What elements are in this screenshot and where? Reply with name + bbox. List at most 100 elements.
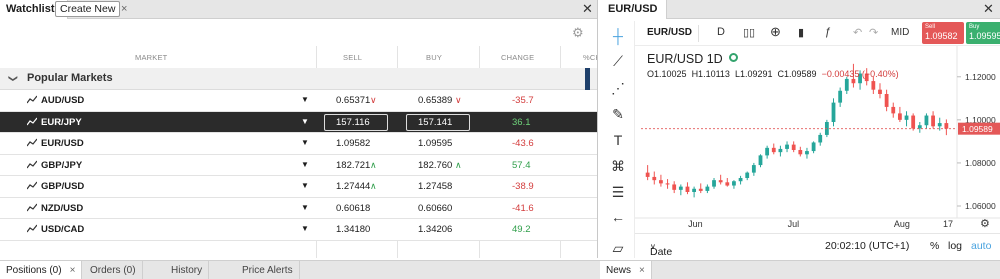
candle-body [758, 155, 763, 166]
trend-line-icon[interactable]: ⟋ [609, 52, 627, 70]
buy-price[interactable]: 182.760 [418, 160, 452, 171]
scrollbar[interactable] [585, 68, 590, 90]
close-tab-icon[interactable]: × [70, 265, 76, 276]
candle-body [692, 188, 697, 192]
sell-price[interactable]: 182.721 [336, 160, 370, 171]
pitchfork-icon[interactable]: ⋰ [609, 79, 627, 97]
row-menu-chevron-icon[interactable]: ▼ [301, 203, 309, 212]
buy-price[interactable]: 1.27458 [418, 181, 452, 192]
candle-body [765, 147, 770, 156]
log-toggle[interactable]: log [948, 240, 962, 252]
market-symbol[interactable]: EUR/JPY [41, 117, 82, 128]
indicators-icon[interactable]: ƒ [825, 26, 831, 38]
create-new-button[interactable]: Create New [55, 1, 121, 17]
buy-price[interactable]: 1.34206 [418, 224, 452, 235]
col-market[interactable]: MARKET [135, 53, 167, 62]
table-row[interactable]: GBP/JPY ▼ 182.721 ∧ 182.760 ∧ 57.4 [0, 154, 597, 176]
chart-icon [27, 117, 37, 125]
change-value: -43.6 [512, 138, 534, 149]
buy-price[interactable]: 1.09595 [418, 138, 452, 149]
tab-history[interactable]: History [165, 261, 210, 279]
brush-icon[interactable]: ✎ [609, 105, 627, 123]
sell-price[interactable]: 0.65371 [336, 95, 370, 106]
tab-positions[interactable]: Positions (0) × [0, 261, 83, 279]
table-row[interactable]: USD/CAD ▼ 1.34180 1.34206 49.2 [0, 219, 597, 241]
col-change[interactable]: CHANGE [501, 53, 534, 62]
row-menu-chevron-icon[interactable]: ▼ [301, 160, 309, 169]
tab-news[interactable]: News × [600, 261, 652, 279]
last-price-label: 1.09589 [962, 124, 993, 134]
gear-icon[interactable]: ⚙ [572, 25, 584, 41]
text-icon[interactable]: T [609, 131, 627, 149]
table-row[interactable]: GBP/USD ▼ 1.27444 ∧ 1.27458 -38.9 [0, 176, 597, 198]
candle-body [924, 115, 929, 126]
sell-price[interactable]: 1.27444 [336, 181, 370, 192]
clock-readout: 20:02:10 (UTC+1) [825, 240, 910, 252]
symbol-search[interactable]: EUR/USD [647, 27, 692, 38]
tab-price-alerts[interactable]: Price Alerts [236, 261, 300, 279]
candle-body [778, 148, 783, 153]
section-popular-markets[interactable]: ❯ Popular Markets [0, 68, 597, 90]
auto-toggle[interactable]: auto [971, 240, 991, 252]
measure-icon[interactable]: ☰ [609, 183, 627, 201]
row-menu-chevron-icon[interactable]: ▼ [301, 181, 309, 190]
price-chart[interactable]: 1.12000 1.10000 1.08000 1.06000 1.09589 Jun Ju… [635, 46, 1000, 231]
close-tab-icon[interactable]: × [639, 265, 645, 276]
col-sell[interactable]: SELL [343, 53, 362, 62]
add-indicator-icon[interactable]: ⊕ [770, 24, 781, 40]
crosshair-icon[interactable]: ┼ [609, 27, 627, 45]
market-symbol[interactable]: GBP/USD [41, 181, 84, 192]
buy-price[interactable]: 157.141 [418, 117, 452, 128]
close-tab-icon[interactable]: × [121, 2, 127, 16]
row-menu-chevron-icon[interactable]: ▼ [301, 138, 309, 147]
market-symbol[interactable]: EUR/USD [41, 138, 84, 149]
candle-body [851, 78, 856, 84]
sell-price[interactable]: 157.116 [336, 117, 370, 128]
market-symbol[interactable]: USD/CAD [41, 224, 84, 235]
close-panel-icon[interactable]: ✕ [983, 1, 994, 17]
market-symbol[interactable]: GBP/JPY [41, 160, 82, 171]
buy-price[interactable]: 0.65389 [418, 95, 452, 106]
chart-icon [27, 95, 37, 104]
row-menu-chevron-icon[interactable]: ▼ [301, 224, 309, 233]
percent-toggle[interactable]: % [930, 240, 939, 252]
market-symbol[interactable]: NZD/USD [41, 203, 83, 214]
ruler-icon[interactable]: ▱ [609, 239, 627, 257]
table-row[interactable]: NZD/USD ▼ 0.60618 0.60660 -41.6 [0, 197, 597, 219]
sell-price[interactable]: 1.34180 [336, 224, 370, 235]
legend-close: C1.09589 [777, 69, 817, 79]
x-tick-label: Jun [688, 219, 703, 229]
table-row[interactable]: EUR/USD ▼ 1.09582 1.09595 -43.6 [0, 133, 597, 155]
chart-panel: EUR/USD ✕ ┼ ⟋ ⋰ ✎ T ⌘ ☰ ← ▱ EUR/USD D ▯▯… [600, 0, 1000, 270]
row-menu-chevron-icon[interactable]: ▼ [301, 95, 309, 104]
tab-orders[interactable]: Orders (0) [84, 261, 143, 279]
market-symbol[interactable]: AUD/USD [41, 95, 84, 106]
table-row[interactable]: EUR/JPY ▼ 157.116 157.141 36.1 [0, 111, 597, 133]
candle-body [891, 106, 896, 114]
interval-button[interactable]: D [717, 26, 725, 38]
candle-body [678, 186, 683, 190]
row-menu-chevron-icon[interactable]: ▼ [301, 117, 309, 126]
buy-price[interactable]: 0.60660 [418, 203, 452, 214]
sell-price: 1.09582 [925, 31, 958, 41]
table-row[interactable]: AUD/USD ▼ 0.65371 ∨ 0.65389 ∨ -35.7 [0, 90, 597, 112]
close-panel-icon[interactable]: ✕ [582, 1, 593, 17]
undo-icon[interactable]: ↶ [853, 26, 862, 39]
chevron-down-icon[interactable]: ❯ [7, 75, 18, 83]
buy-button[interactable]: Buy 1.09595 [966, 22, 1000, 44]
chart-type-icon[interactable]: ▯▯ [743, 26, 755, 39]
market-list: AUD/USD ▼ 0.65371 ∨ 0.65389 ∨ -35.7 EUR/JPY ▼ 157… [0, 90, 597, 241]
date-range-button[interactable]: Date Range ∨ [650, 240, 681, 270]
pattern-icon[interactable]: ⌘ [609, 157, 627, 175]
price-source-button[interactable]: MID [891, 27, 909, 38]
x-tick-label: 17 [943, 219, 953, 229]
candle-body [944, 123, 949, 129]
tab-chart-symbol[interactable]: EUR/USD [600, 0, 667, 19]
col-pct-change[interactable]: %CH [583, 53, 597, 62]
candle-type-icon[interactable]: ▮ [798, 26, 804, 39]
sell-button[interactable]: Sell 1.09582 [922, 22, 964, 44]
sell-price[interactable]: 1.09582 [336, 138, 370, 149]
sell-price[interactable]: 0.60618 [336, 203, 370, 214]
col-buy[interactable]: BUY [426, 53, 442, 62]
back-icon[interactable]: ← [609, 208, 627, 226]
